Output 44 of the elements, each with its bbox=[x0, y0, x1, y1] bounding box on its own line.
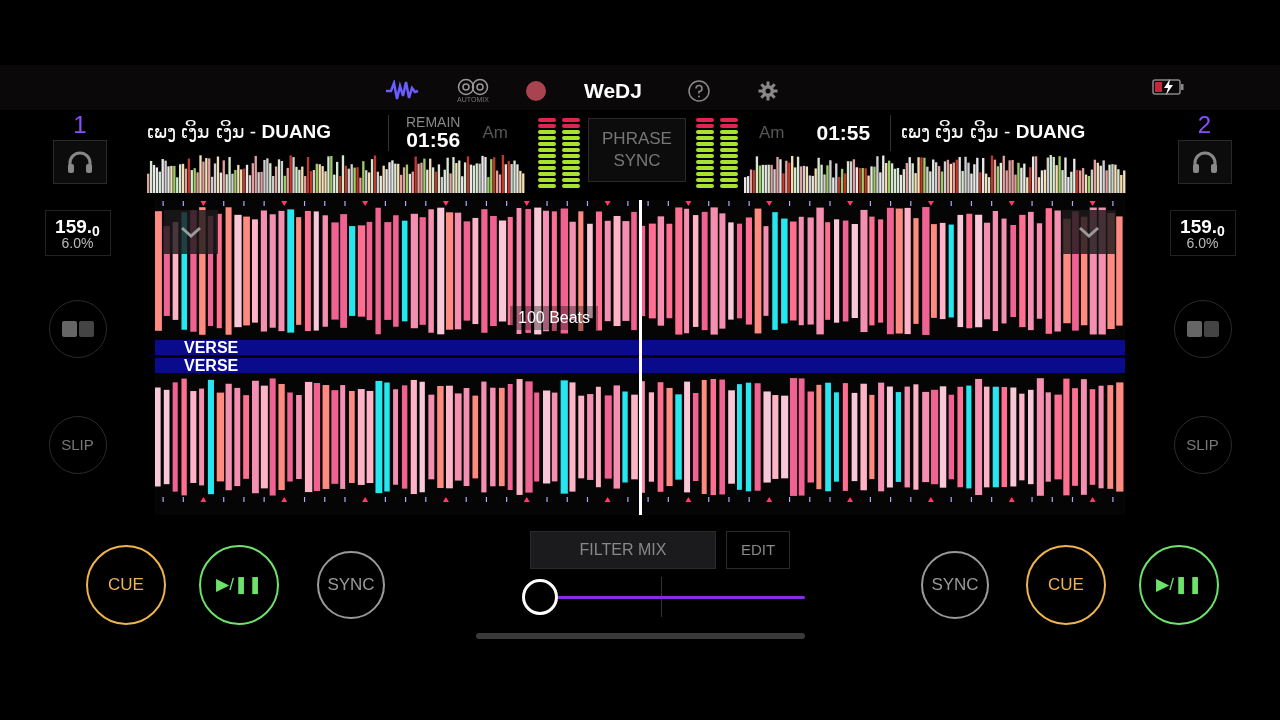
sync-button[interactable]: SYNC bbox=[921, 551, 989, 619]
chevron-down-icon bbox=[180, 226, 202, 238]
pads-icon bbox=[1186, 321, 1219, 337]
deck-number: 2 bbox=[1197, 110, 1212, 140]
headphone-cue-button[interactable] bbox=[53, 140, 107, 184]
cue-button[interactable]: CUE bbox=[86, 545, 166, 625]
collapse-button[interactable] bbox=[164, 210, 218, 254]
key-label: Am bbox=[482, 121, 508, 144]
elapsed-time: 01:55 bbox=[816, 119, 871, 146]
record-button[interactable] bbox=[526, 80, 546, 101]
play-pause-button[interactable]: ▶/❚❚ bbox=[1139, 545, 1219, 625]
section-label: VERSE bbox=[184, 357, 239, 374]
waveform-icon[interactable] bbox=[385, 79, 419, 102]
cue-button[interactable]: CUE bbox=[1026, 545, 1106, 625]
crossfader-handle[interactable] bbox=[522, 579, 558, 615]
deck-number: 1 bbox=[73, 110, 87, 140]
pads-icon bbox=[61, 321, 94, 337]
filter-mix-button[interactable]: FILTER MIX bbox=[530, 531, 716, 569]
pitch-value: 6.0% bbox=[61, 235, 94, 250]
remain-label: REMAIN bbox=[406, 115, 461, 129]
track-title: ເພງ ເງິນ ເງິນ - DUANG bbox=[147, 119, 333, 145]
chevron-down-icon bbox=[1078, 226, 1100, 238]
headphones-icon bbox=[67, 151, 93, 173]
help-icon[interactable] bbox=[687, 79, 710, 102]
pitch-value: 6.0% bbox=[1186, 235, 1219, 250]
collapse-button[interactable] bbox=[1062, 210, 1116, 254]
remaining-time: 01:56 bbox=[406, 129, 461, 150]
headphone-cue-button[interactable] bbox=[1177, 140, 1232, 184]
settings-icon[interactable] bbox=[757, 80, 778, 101]
headphones-icon bbox=[1191, 151, 1218, 173]
bpm-value: 159.$_{0}$ bbox=[55, 216, 100, 236]
app-logo: WeDJ bbox=[584, 78, 642, 104]
bpm-value: 159.$_{0}$ bbox=[1180, 216, 1225, 236]
key-label: Am bbox=[759, 121, 785, 144]
overview-waveform[interactable] bbox=[147, 155, 525, 193]
battery-icon bbox=[1152, 79, 1184, 95]
sync-button[interactable]: SYNC bbox=[317, 551, 385, 619]
phrase-sync-button[interactable]: PHRASE SYNC bbox=[588, 118, 686, 182]
play-pause-button[interactable]: ▶/❚❚ bbox=[199, 545, 279, 625]
overview-waveform[interactable] bbox=[744, 155, 1126, 193]
automix-icon[interactable] bbox=[457, 78, 489, 97]
section-label: VERSE bbox=[184, 339, 239, 356]
track-title: ເພງ ເງິນ ເງິນ - DUANG bbox=[901, 119, 1087, 145]
edit-button[interactable]: EDIT bbox=[726, 531, 790, 569]
